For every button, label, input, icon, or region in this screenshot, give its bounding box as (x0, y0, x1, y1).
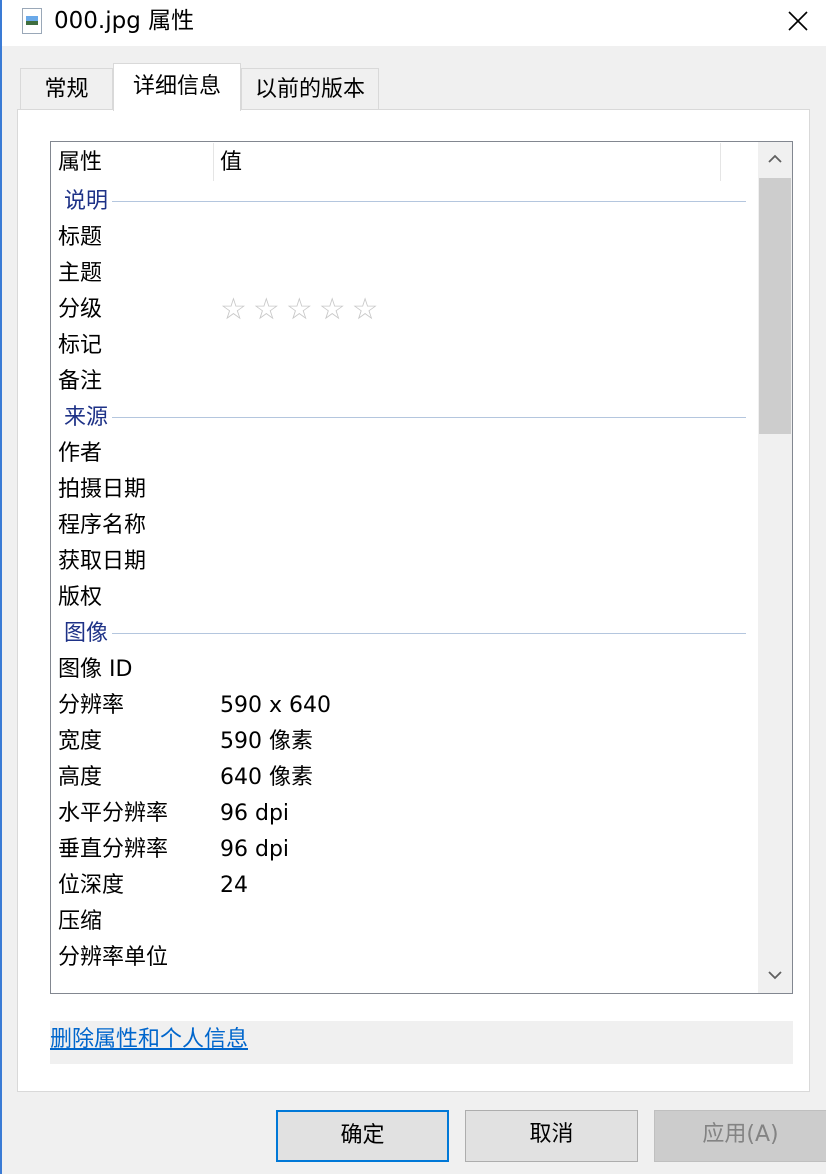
property-name: 水平分辨率 (58, 801, 169, 826)
property-name: 标题 (58, 225, 103, 250)
property-row-copyright[interactable]: 版权 (51, 580, 757, 616)
group-header-image: 图像 (51, 616, 757, 652)
property-row-height[interactable]: 高度 640 像素 (51, 760, 757, 796)
window-title: 000.jpg 属性 (54, 8, 195, 34)
star-icon[interactable]: ☆ (319, 294, 346, 326)
property-row-image-id[interactable]: 图像 ID (51, 652, 757, 688)
property-name: 版权 (58, 585, 103, 610)
close-icon (788, 11, 808, 31)
remove-properties-bar: 删除属性和个人信息 (50, 1021, 793, 1064)
property-name: 分级 (58, 297, 103, 322)
property-name: 获取日期 (58, 549, 147, 574)
column-header: 属性 值 (51, 142, 757, 182)
property-row-resolution-unit[interactable]: 分辨率单位 (51, 940, 757, 976)
property-value[interactable]: 640 像素 (220, 760, 313, 796)
close-button[interactable] (778, 4, 818, 38)
property-row-date-acquired[interactable]: 获取日期 (51, 544, 757, 580)
scroll-down-button[interactable] (758, 959, 792, 993)
property-name: 拍摄日期 (58, 477, 147, 502)
property-value[interactable]: 590 x 640 (220, 688, 331, 724)
star-icon[interactable]: ☆ (352, 294, 379, 326)
property-row-width[interactable]: 宽度 590 像素 (51, 724, 757, 760)
property-name: 分辨率 (58, 693, 125, 718)
star-icon[interactable]: ☆ (286, 294, 313, 326)
group-title: 说明 (64, 184, 113, 220)
property-row-rating[interactable]: 分级 ☆ ☆ ☆ ☆ ☆ (51, 292, 757, 328)
scroll-thumb[interactable] (759, 178, 791, 434)
apply-button[interactable]: 应用(A) (654, 1110, 826, 1162)
tab-general[interactable]: 常规 (20, 68, 113, 110)
column-header-property[interactable]: 属性 (58, 142, 102, 182)
properties-list[interactable]: 属性 值 说明 标题 主题 分级 ☆ ☆ ☆ ☆ ☆ 标记 备注 来源 作者 拍… (50, 141, 793, 994)
chevron-down-icon (768, 971, 782, 980)
property-name: 图像 ID (58, 657, 133, 682)
property-row-comments[interactable]: 备注 (51, 364, 757, 400)
group-title: 图像 (64, 616, 113, 652)
property-row-subject[interactable]: 主题 (51, 256, 757, 292)
property-row-title[interactable]: 标题 (51, 220, 757, 256)
vertical-scrollbar[interactable] (758, 142, 792, 993)
property-name: 位深度 (58, 873, 125, 898)
property-value[interactable]: 96 dpi (220, 796, 289, 832)
star-icon[interactable]: ☆ (253, 294, 280, 326)
property-name: 主题 (58, 261, 103, 286)
ok-button[interactable]: 确定 (276, 1110, 449, 1162)
column-divider[interactable] (213, 143, 214, 181)
property-name: 程序名称 (58, 513, 147, 538)
group-title: 来源 (64, 400, 113, 436)
image-file-icon (22, 8, 42, 34)
remove-properties-link[interactable]: 删除属性和个人信息 (50, 1025, 248, 1055)
group-divider-line (64, 417, 746, 418)
rating-stars[interactable]: ☆ ☆ ☆ ☆ ☆ (220, 294, 379, 326)
property-row-tags[interactable]: 标记 (51, 328, 757, 364)
property-name: 垂直分辨率 (58, 837, 169, 862)
property-value[interactable]: 24 (220, 868, 248, 904)
property-value[interactable]: 590 像素 (220, 724, 313, 760)
column-divider[interactable] (720, 143, 721, 181)
property-row-horizontal-resolution[interactable]: 水平分辨率 96 dpi (51, 796, 757, 832)
property-name: 高度 (58, 765, 103, 790)
group-header-origin: 来源 (51, 400, 757, 436)
property-row-bit-depth[interactable]: 位深度 24 (51, 868, 757, 904)
window-left-edge (0, 0, 2, 1174)
group-divider-line (64, 633, 746, 634)
property-row-vertical-resolution[interactable]: 垂直分辨率 96 dpi (51, 832, 757, 868)
group-header-description: 说明 (51, 184, 757, 220)
property-name: 标记 (58, 333, 103, 358)
property-row-date-taken[interactable]: 拍摄日期 (51, 472, 757, 508)
tab-previous-versions[interactable]: 以前的版本 (241, 68, 379, 110)
property-name: 宽度 (58, 729, 103, 754)
property-row-program-name[interactable]: 程序名称 (51, 508, 757, 544)
group-divider-line (64, 201, 746, 202)
property-name: 分辨率单位 (58, 945, 169, 970)
scroll-up-button[interactable] (758, 142, 792, 176)
details-tab-panel: 属性 值 说明 标题 主题 分级 ☆ ☆ ☆ ☆ ☆ 标记 备注 来源 作者 拍… (17, 109, 810, 1092)
cancel-button[interactable]: 取消 (465, 1110, 638, 1162)
property-value[interactable]: 96 dpi (220, 832, 289, 868)
chevron-up-icon (768, 154, 782, 163)
tab-details[interactable]: 详细信息 (113, 63, 241, 111)
title-bar: 000.jpg 属性 (2, 0, 826, 46)
property-row-compression[interactable]: 压缩 (51, 904, 757, 940)
property-name: 作者 (58, 441, 103, 466)
star-icon[interactable]: ☆ (220, 294, 247, 326)
property-row-authors[interactable]: 作者 (51, 436, 757, 472)
property-row-dimensions[interactable]: 分辨率 590 x 640 (51, 688, 757, 724)
property-name: 压缩 (58, 909, 103, 934)
properties-rows: 说明 标题 主题 分级 ☆ ☆ ☆ ☆ ☆ 标记 备注 来源 作者 拍摄日期 程… (51, 184, 757, 976)
property-name: 备注 (58, 369, 103, 394)
column-header-value[interactable]: 值 (220, 142, 242, 182)
